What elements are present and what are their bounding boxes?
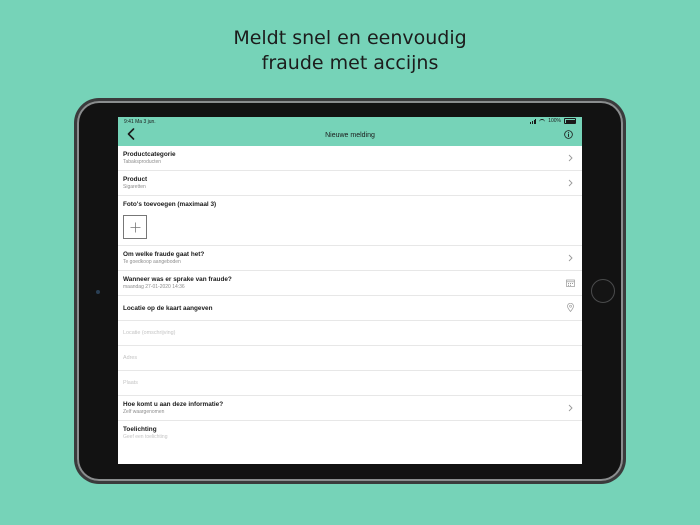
product-value: Sigaretten bbox=[123, 184, 146, 190]
headline: Meldt snel en eenvoudig fraude met accij… bbox=[0, 26, 700, 76]
battery-icon bbox=[564, 118, 576, 124]
product-row[interactable]: Product Sigaretten bbox=[118, 171, 582, 196]
fraude-type-value: Te goedkoop aangeboden bbox=[123, 259, 181, 265]
wifi-icon bbox=[539, 118, 546, 124]
informatie-bron-value: Zelf waargenomen bbox=[123, 409, 165, 415]
productcategorie-value: Tabaksproducten bbox=[123, 159, 162, 165]
locatie-omschrijving-field[interactable]: Locatie (omschrijving) bbox=[118, 321, 582, 346]
status-time: 9:41 Ma 3 jun. bbox=[124, 119, 156, 125]
page-title: Nieuwe melding bbox=[325, 132, 375, 139]
signal-icon bbox=[530, 119, 537, 124]
chevron-right-icon bbox=[568, 404, 573, 412]
navigation-bar: 9:41 Ma 3 jun. 100% Nieuwe melding bbox=[118, 117, 582, 146]
informatie-bron-label: Hoe komt u aan deze informatie? bbox=[123, 401, 224, 408]
headline-line-1: Meldt snel en eenvoudig bbox=[233, 27, 467, 49]
adres-field[interactable]: Adres bbox=[118, 346, 582, 371]
chevron-right-icon bbox=[568, 179, 573, 187]
plaats-field[interactable]: Plaats bbox=[118, 371, 582, 396]
locatie-omschrijving-placeholder: Locatie (omschrijving) bbox=[123, 330, 176, 336]
toelichting-placeholder: Geef een toelichting bbox=[123, 434, 168, 440]
informatie-bron-row[interactable]: Hoe komt u aan deze informatie? Zelf waa… bbox=[118, 396, 582, 421]
app-screen: 9:41 Ma 3 jun. 100% Nieuwe melding Produ… bbox=[118, 117, 582, 464]
locatie-kaart-label: Locatie op de kaart aangeven bbox=[123, 305, 213, 312]
fraude-type-row[interactable]: Om welke fraude gaat het? Te goedkoop aa… bbox=[118, 246, 582, 271]
product-label: Product bbox=[123, 176, 148, 183]
chevron-right-icon bbox=[568, 254, 573, 262]
toelichting-field[interactable]: Toelichting Geef een toelichting bbox=[118, 421, 582, 461]
adres-placeholder: Adres bbox=[123, 355, 138, 361]
fraude-type-label: Om welke fraude gaat het? bbox=[123, 251, 205, 258]
productcategorie-label: Productcategorie bbox=[123, 151, 176, 158]
productcategorie-row[interactable]: Productcategorie Tabaksproducten bbox=[118, 146, 582, 171]
wanneer-row[interactable]: Wanneer was er sprake van fraude? maanda… bbox=[118, 271, 582, 296]
photos-label: Foto's toevoegen (maximaal 3) bbox=[123, 201, 217, 208]
add-photo-button[interactable] bbox=[123, 215, 147, 239]
calendar-icon bbox=[566, 279, 575, 287]
plaats-placeholder: Plaats bbox=[123, 380, 138, 386]
battery-percentage: 100% bbox=[548, 118, 561, 124]
status-indicators: 100% bbox=[530, 118, 576, 124]
toelichting-label: Toelichting bbox=[123, 426, 157, 433]
locatie-kaart-row[interactable]: Locatie op de kaart aangeven bbox=[118, 296, 582, 321]
wanneer-label: Wanneer was er sprake van fraude? bbox=[123, 276, 232, 283]
info-icon[interactable] bbox=[564, 130, 573, 139]
camera-icon bbox=[96, 290, 100, 294]
home-button[interactable] bbox=[591, 279, 615, 303]
photos-row: Foto's toevoegen (maximaal 3) bbox=[118, 196, 582, 246]
plus-icon bbox=[130, 222, 141, 233]
headline-line-2: fraude met accijns bbox=[261, 52, 439, 74]
wanneer-value: maandag 27-01-2020 14:36 bbox=[123, 284, 185, 290]
location-pin-icon bbox=[567, 303, 574, 312]
chevron-right-icon bbox=[568, 154, 573, 162]
